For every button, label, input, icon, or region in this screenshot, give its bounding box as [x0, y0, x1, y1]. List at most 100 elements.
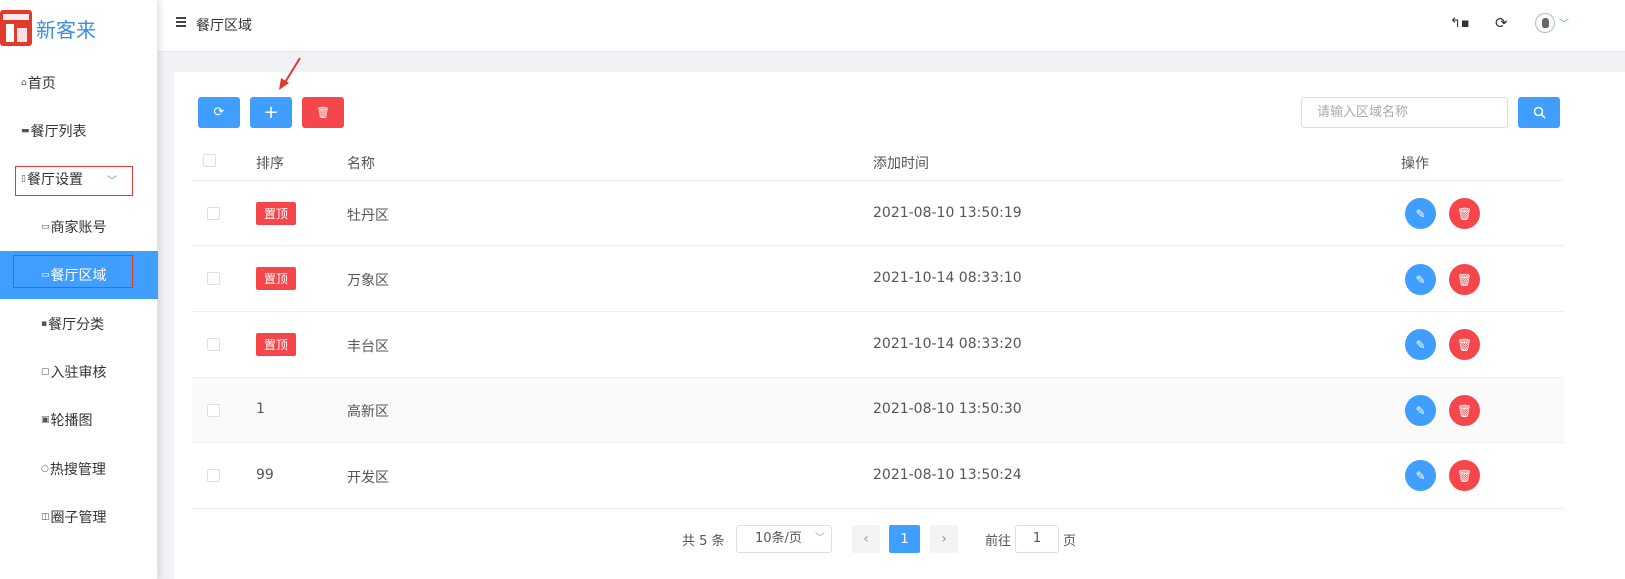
row-time: 2021-10-14 08:33:10: [873, 270, 1022, 286]
pencil-icon: ✎: [1415, 337, 1426, 352]
sidebar-item-restaurant-settings[interactable]: ▯ 餐厅设置 ﹀: [0, 155, 158, 203]
row-sort: 1: [256, 401, 265, 417]
trash-icon: 🗑: [1456, 272, 1473, 287]
card-icon: ▭: [41, 222, 50, 232]
add-button[interactable]: +: [250, 97, 292, 128]
delete-row-button[interactable]: 🗑: [1449, 198, 1480, 229]
sidebar-item-label: 餐厅列表: [30, 124, 87, 140]
sidebar-item-merchant-account[interactable]: ▭ 商家账号: [0, 203, 158, 251]
logo[interactable]: 新客来: [0, 8, 96, 48]
chevron-down-icon: ﹀: [815, 533, 825, 544]
refresh-icon[interactable]: ⟳: [1495, 14, 1508, 32]
row-name: 丰台区: [347, 339, 389, 355]
card-icon: ▭: [41, 270, 50, 280]
select-all-checkbox[interactable]: [203, 154, 216, 167]
list-icon: ▬: [21, 126, 30, 136]
search-input[interactable]: 请输入区域名称: [1301, 97, 1508, 128]
review-icon: ▢: [41, 367, 50, 377]
sidebar-item-label: 餐厅设置: [26, 172, 83, 188]
page-number-current[interactable]: 1: [889, 525, 920, 553]
sidebar-item-restaurant-list[interactable]: ▬ 餐厅列表: [0, 107, 158, 155]
page-size-select[interactable]: 10条/页 ﹀: [736, 525, 832, 553]
search-icon: ○: [41, 464, 49, 474]
edit-button[interactable]: ✎: [1405, 264, 1436, 295]
pin-top-tag: 置顶: [256, 333, 296, 356]
hamburger-menu-icon[interactable]: [176, 17, 186, 27]
pagination-total: 共 5 条: [682, 534, 725, 549]
column-header-name: 名称: [347, 156, 375, 172]
edit-button[interactable]: ✎: [1405, 329, 1436, 360]
sidebar-item-label: 首页: [27, 76, 56, 92]
goto-page-input[interactable]: 1: [1015, 525, 1059, 553]
delete-row-button[interactable]: 🗑: [1449, 264, 1480, 295]
column-header-actions: 操作: [1401, 156, 1429, 172]
row-checkbox[interactable]: [207, 207, 220, 220]
delete-button[interactable]: 🗑: [302, 97, 344, 128]
sidebar-item-label: 入驻审核: [50, 365, 107, 381]
chevron-right-icon: ›: [941, 531, 947, 547]
logo-text: 新客来: [36, 17, 96, 42]
trash-icon: 🗑: [1456, 206, 1473, 221]
circle-icon: ◫: [41, 512, 50, 522]
plus-icon: +: [263, 102, 279, 123]
search-icon: [1533, 106, 1546, 119]
row-time: 2021-08-10 13:50:24: [873, 467, 1022, 483]
sidebar-item-label: 餐厅分类: [48, 317, 105, 333]
edit-button[interactable]: ✎: [1405, 395, 1436, 426]
home-icon: ⌂: [21, 78, 27, 88]
image-icon: ▣: [41, 415, 50, 425]
sidebar-item-restaurant-category[interactable]: ▪ 餐厅分类: [0, 300, 158, 348]
sidebar-item-circle[interactable]: ◫ 圈子管理: [0, 493, 158, 541]
trash-icon: 🗑: [1456, 468, 1473, 483]
delete-row-button[interactable]: 🗑: [1449, 395, 1480, 426]
row-name: 高新区: [347, 404, 389, 420]
pencil-icon: ✎: [1415, 206, 1426, 221]
row-checkbox[interactable]: [207, 272, 220, 285]
sidebar-item-settle-review[interactable]: ▢ 入驻审核: [0, 348, 158, 396]
prev-page-button[interactable]: ‹: [852, 525, 880, 553]
row-name: 万象区: [347, 273, 389, 289]
row-time: 2021-10-14 08:33:20: [873, 336, 1022, 352]
row-checkbox[interactable]: [207, 404, 220, 417]
row-time: 2021-08-10 13:50:19: [873, 205, 1022, 221]
sidebar: 新客来 ⌂ 首页 ▬ 餐厅列表 ▯ 餐厅设置 ﹀ ▭ 商家账号 ▭ 餐厅区域 ▪ 餐厅分类 …: [0, 0, 158, 579]
sidebar-item-carousel[interactable]: ▣ 轮播图: [0, 396, 158, 444]
sidebar-item-home[interactable]: ⌂ 首页: [0, 59, 158, 107]
sidebar-item-restaurant-area[interactable]: ▭ 餐厅区域: [0, 251, 158, 299]
column-header-sort: 排序: [256, 156, 284, 172]
row-checkbox[interactable]: [207, 469, 220, 482]
refresh-icon: ⟳: [213, 105, 225, 120]
edit-button[interactable]: ✎: [1405, 460, 1436, 491]
fullscreen-icon[interactable]: ↰▪: [1450, 16, 1470, 31]
row-name: 牡丹区: [347, 208, 389, 224]
page-suffix-label: 页: [1063, 534, 1077, 549]
pencil-icon: ✎: [1415, 272, 1426, 287]
page-title: 餐厅区域: [196, 18, 252, 34]
edit-button[interactable]: ✎: [1405, 198, 1436, 229]
search-button[interactable]: [1518, 97, 1560, 128]
grid-icon: ▪: [41, 319, 48, 329]
chevron-down-icon[interactable]: ﹀: [1559, 15, 1569, 30]
row-time: 2021-08-10 13:50:30: [873, 401, 1022, 417]
trash-icon: 🗑: [1456, 403, 1473, 418]
logo-mark-icon: [0, 10, 32, 46]
goto-label: 前往: [985, 534, 1012, 549]
next-page-button[interactable]: ›: [930, 525, 958, 553]
annotation-arrow-icon: [279, 57, 301, 90]
sidebar-item-label: 商家账号: [50, 220, 107, 236]
sidebar-item-label: 圈子管理: [50, 510, 107, 526]
page-size-value: 10条/页: [755, 531, 802, 546]
avatar[interactable]: [1535, 13, 1555, 33]
sidebar-item-label: 热搜管理: [49, 462, 106, 478]
sidebar-item-label: 轮播图: [50, 413, 93, 429]
pin-top-tag: 置顶: [256, 267, 296, 290]
row-checkbox[interactable]: [207, 338, 220, 351]
sidebar-item-hot-search[interactable]: ○ 热搜管理: [0, 445, 158, 493]
sidebar-item-label: 餐厅区域: [50, 268, 107, 284]
delete-row-button[interactable]: 🗑: [1449, 329, 1480, 360]
row-sort: 99: [256, 467, 274, 483]
delete-row-button[interactable]: 🗑: [1449, 460, 1480, 491]
trash-icon: 🗑: [316, 106, 330, 119]
chevron-down-icon: ﹀: [106, 175, 117, 187]
refresh-button[interactable]: ⟳: [198, 97, 240, 128]
